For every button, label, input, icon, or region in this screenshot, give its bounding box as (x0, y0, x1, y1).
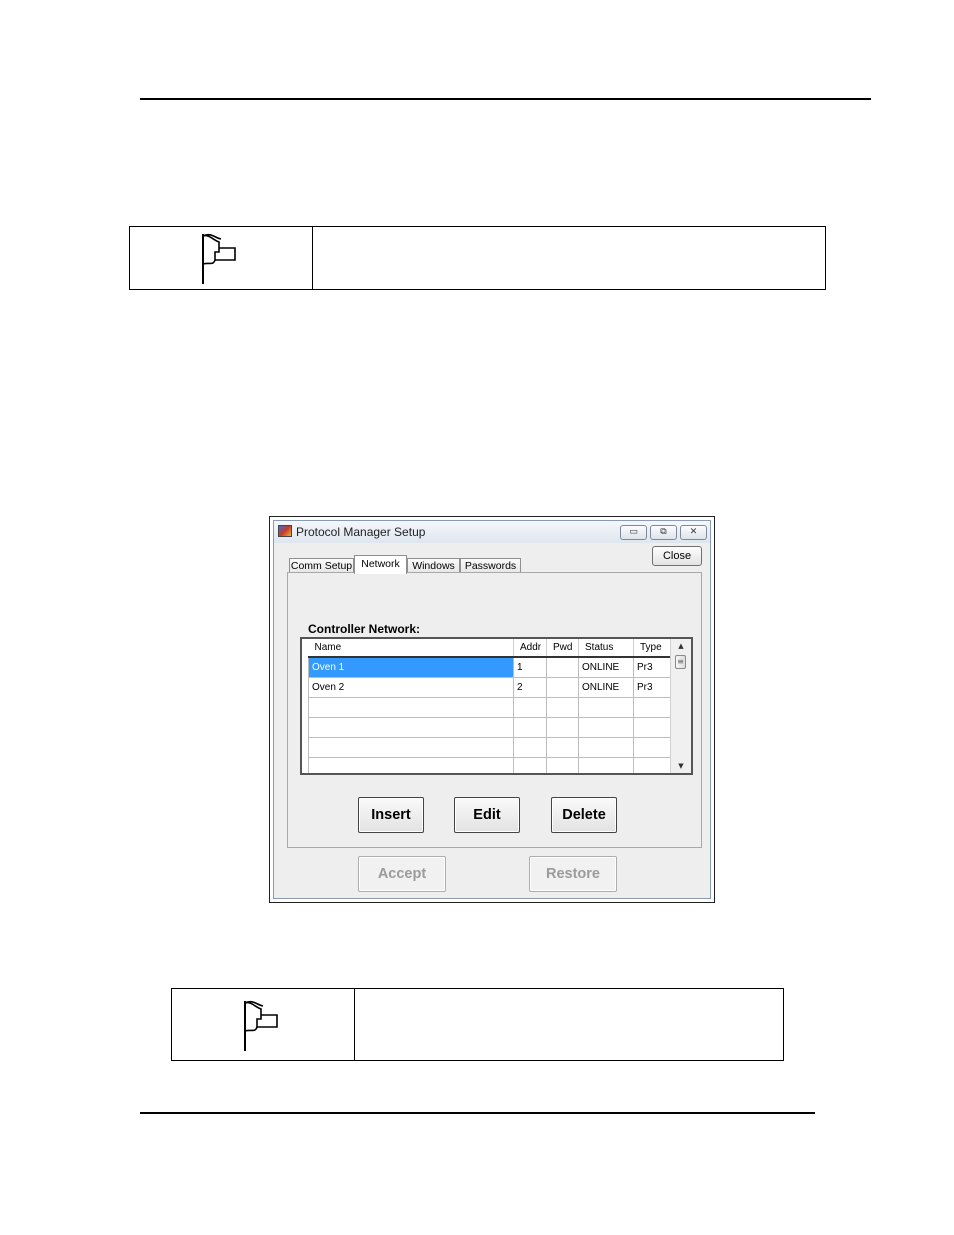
note-box-top (129, 226, 826, 290)
col-status[interactable]: Status (578, 639, 634, 658)
accept-button[interactable]: Accept (358, 856, 446, 892)
table-row-empty[interactable] (308, 696, 672, 718)
tab-network[interactable]: Network (354, 555, 407, 574)
minimize-button[interactable]: ▭ (620, 525, 647, 540)
insert-button[interactable]: Insert (358, 797, 424, 833)
controller-grid[interactable]: Name Addr Pwd Status Type Oven 1 1 ONLIN… (300, 637, 693, 775)
cell-addr[interactable]: 1 (513, 656, 547, 678)
table-row-empty[interactable] (308, 736, 672, 758)
col-type[interactable]: Type (633, 639, 672, 658)
note-icon-cell (172, 989, 355, 1060)
note-icon-cell (130, 227, 313, 289)
grid-scrollbar[interactable]: ▲ ≡ ▼ (670, 639, 691, 773)
cell-type[interactable]: Pr3 (633, 656, 672, 678)
controller-network-label: Controller Network: (308, 622, 421, 636)
delete-button[interactable]: Delete (551, 797, 617, 833)
footer-rule (140, 1112, 815, 1114)
title-bar: Protocol Manager Setup ▭ ⧉ ✕ (274, 521, 710, 543)
restore-button[interactable]: Restore (529, 856, 617, 892)
header-rule (140, 98, 871, 100)
col-name[interactable]: Name (308, 639, 514, 658)
close-button[interactable]: Close (652, 546, 702, 566)
note-text-cell (355, 989, 783, 1060)
protocol-manager-window: Protocol Manager Setup ▭ ⧉ ✕ Close Comm … (273, 520, 711, 899)
cell-type[interactable]: Pr3 (633, 676, 672, 698)
window-title: Protocol Manager Setup (296, 525, 426, 539)
tab-windows[interactable]: Windows (407, 558, 460, 573)
network-panel: Controller Network: Name Addr Pwd Status… (287, 572, 702, 848)
edit-button[interactable]: Edit (454, 797, 520, 833)
scroll-down-icon[interactable]: ▼ (671, 759, 691, 773)
table-row[interactable]: Oven 2 2 ONLINE Pr3 (308, 676, 672, 698)
table-row-empty[interactable] (308, 756, 672, 773)
cell-status[interactable]: ONLINE (578, 656, 634, 678)
col-pwd[interactable]: Pwd (546, 639, 579, 658)
flag-icon (202, 233, 236, 284)
cell-name[interactable]: Oven 1 (308, 656, 514, 678)
flag-icon (244, 1000, 278, 1051)
col-addr[interactable]: Addr (513, 639, 547, 658)
scroll-thumb[interactable]: ≡ (675, 655, 686, 669)
scroll-up-icon[interactable]: ▲ (671, 639, 691, 653)
maximize-button[interactable]: ⧉ (650, 525, 677, 540)
tab-passwords[interactable]: Passwords (460, 558, 521, 573)
note-box-bottom (171, 988, 784, 1061)
tab-comm-setup[interactable]: Comm Setup (289, 558, 354, 573)
window-close-button[interactable]: ✕ (680, 525, 707, 540)
cell-status[interactable]: ONLINE (578, 676, 634, 698)
table-row[interactable]: Oven 1 1 ONLINE Pr3 (308, 656, 672, 678)
cell-addr[interactable]: 2 (513, 676, 547, 698)
controller-table: Name Addr Pwd Status Type Oven 1 1 ONLIN… (308, 639, 672, 773)
cell-pwd[interactable] (546, 676, 579, 698)
cell-name[interactable]: Oven 2 (308, 676, 514, 698)
table-row-empty[interactable] (308, 716, 672, 738)
note-text-cell (313, 227, 825, 289)
app-icon (278, 525, 292, 537)
screenshot-frame: Protocol Manager Setup ▭ ⧉ ✕ Close Comm … (269, 516, 715, 903)
cell-pwd[interactable] (546, 656, 579, 678)
